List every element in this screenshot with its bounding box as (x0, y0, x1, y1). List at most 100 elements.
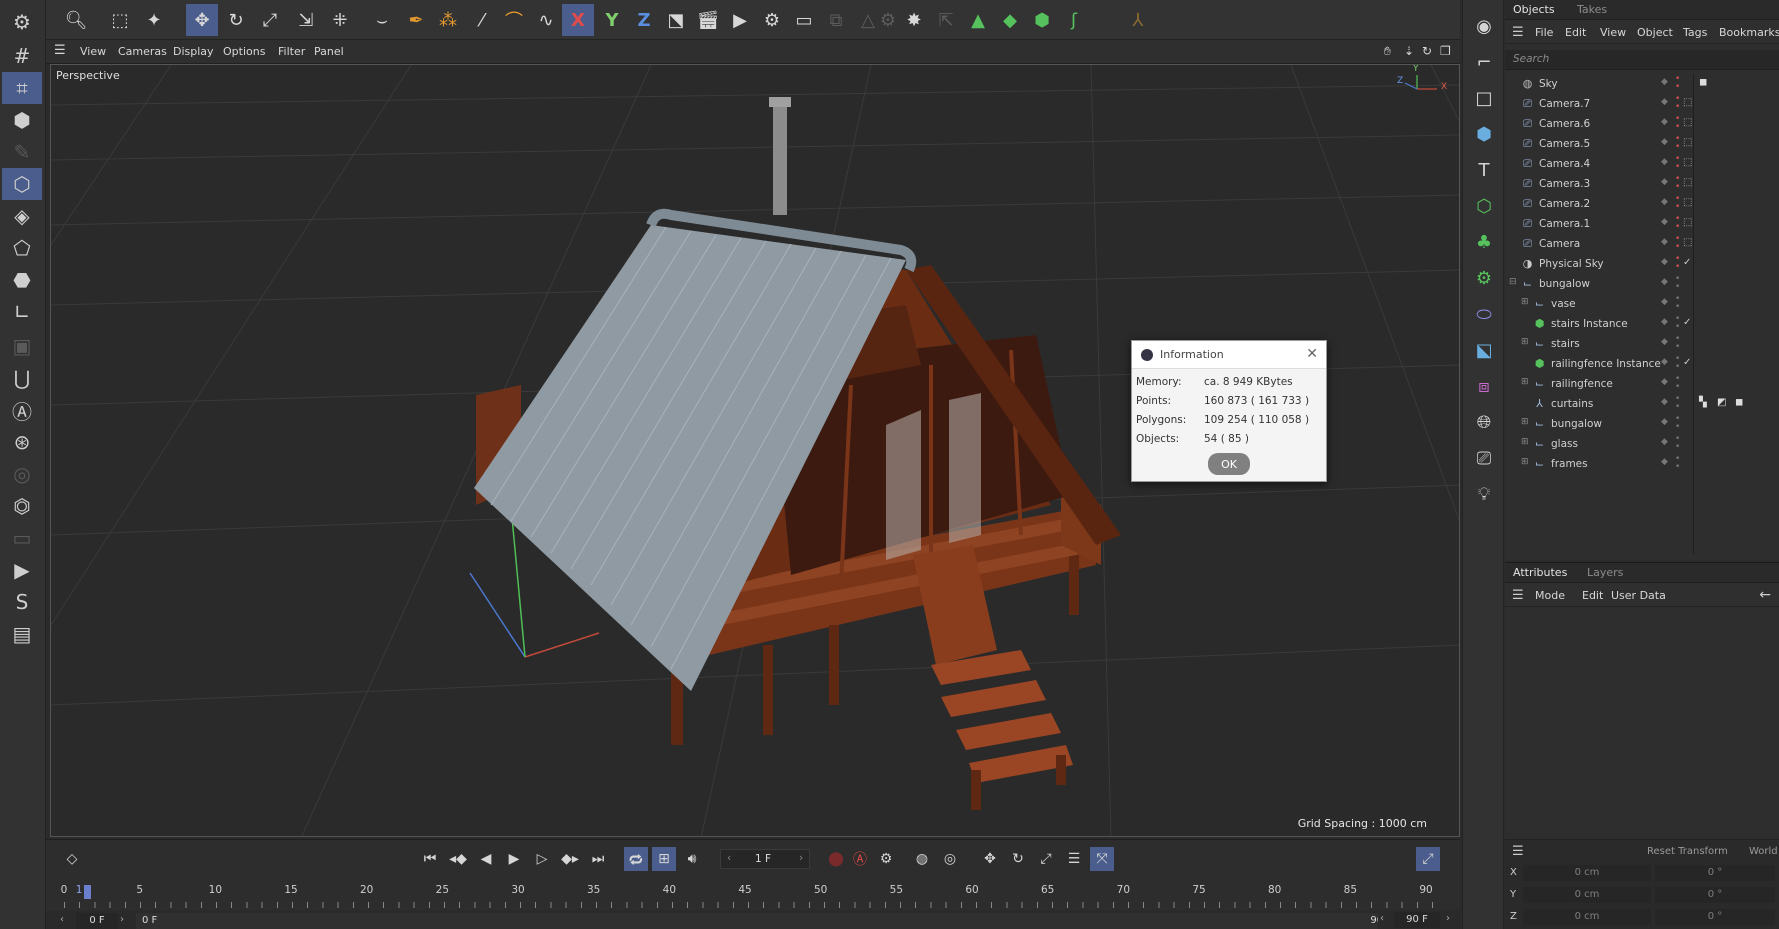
editor-render-dots[interactable]: • • (1675, 75, 1680, 92)
protection-tag-icon[interactable]: ⬚ (1683, 177, 1692, 188)
keyframe-diamond-icon[interactable]: ◇ (60, 847, 84, 871)
editor-render-dots[interactable]: • • (1675, 275, 1680, 292)
selection-tag-icon[interactable]: ◩ (1717, 397, 1726, 408)
layer-visibility-icon[interactable]: ◆ (1661, 137, 1668, 147)
expand-icon[interactable]: ⊞ (1521, 337, 1529, 347)
tab-takes[interactable]: Takes (1577, 3, 1607, 16)
layer-visibility-icon[interactable]: ◆ (1661, 157, 1668, 167)
objects-menu-file[interactable]: File (1535, 26, 1553, 39)
dolly-icon[interactable]: ⇣ (1404, 44, 1414, 58)
object-row-camera-5[interactable]: ⎚ Camera.5 ◆ • • ⬚ (1505, 134, 1779, 154)
live-selection-icon[interactable]: ✦ (138, 4, 170, 36)
rotation-p-field[interactable]: 0 ° (1655, 887, 1775, 903)
layer-visibility-icon[interactable]: ◆ (1661, 457, 1668, 467)
points-tool-icon[interactable]: ⁂ (432, 4, 464, 36)
object-row-vase[interactable]: ⊞ ⌙ vase ◆ • • (1505, 294, 1779, 314)
render-queue-icon[interactable]: ▭ (788, 4, 820, 36)
menu-filter[interactable]: Filter (278, 45, 305, 58)
camera-object-icon[interactable]: ⎚ (1468, 442, 1500, 474)
editor-render-dots[interactable]: • • (1675, 375, 1680, 392)
protection-tag-icon[interactable]: ⬚ (1683, 237, 1692, 248)
reset-transform-button[interactable]: Reset Transform (1647, 846, 1728, 857)
layer-visibility-icon[interactable]: ◆ (1661, 177, 1668, 187)
layer-visibility-icon[interactable]: ◆ (1661, 257, 1668, 267)
deformer-icon[interactable]: ʃ (1058, 4, 1090, 36)
loop-icon[interactable]: 🔁︎ (624, 847, 648, 871)
previous-key-button[interactable]: ◂◆ (446, 847, 470, 871)
selection-icon[interactable]: ⬚ (104, 4, 136, 36)
rectangle-icon[interactable]: □ (1468, 82, 1500, 114)
axis-z-toggle[interactable]: Z (628, 4, 660, 36)
editor-render-dots[interactable]: • • (1675, 255, 1680, 272)
joint-icon[interactable]: ⅄ (1122, 4, 1154, 36)
current-frame-field[interactable]: ‹ 1 F › (720, 849, 810, 869)
sketch-icon[interactable]: ⌒ (498, 4, 530, 36)
object-row-camera-1[interactable]: ⎚ Camera.1 ◆ • • ⬚ (1505, 214, 1779, 234)
expand-icon[interactable]: ⊞ (1521, 377, 1529, 387)
expand-icon[interactable]: ⊞ (1521, 297, 1529, 307)
target-icon[interactable]: ◎ (2, 458, 42, 490)
editor-render-dots[interactable]: • • (1675, 335, 1680, 352)
record-icon[interactable]: ⬤ (824, 847, 848, 871)
play-button[interactable]: ▶ (502, 847, 526, 871)
scale-key-icon[interactable]: ⤢ (1034, 847, 1058, 871)
range-start-right-arrow[interactable]: › (120, 914, 124, 925)
menu-cameras[interactable]: Cameras (118, 45, 167, 58)
texture-icon[interactable]: ▣ (2, 330, 42, 362)
rotation-key-icon[interactable]: ↻ (1006, 847, 1030, 871)
render-settings-icon[interactable]: ⏣ (2, 490, 42, 522)
objects-search-input[interactable] (1513, 50, 1713, 68)
grid-icon[interactable]: # (2, 40, 42, 72)
object-row-physical-sky[interactable]: ◑ Physical Sky ◆ • • ✓ (1505, 254, 1779, 274)
object-row-sky[interactable]: ◍ Sky ◆ • • ◼ (1505, 74, 1779, 94)
next-key-button[interactable]: ◆▸ (558, 847, 582, 871)
sound-icon[interactable]: 🔊︎ (680, 847, 704, 871)
coordinates-hamburger-icon[interactable]: ☰ (1512, 844, 1524, 859)
layer-visibility-icon[interactable]: ◆ (1661, 397, 1668, 407)
editor-render-dots[interactable]: • • (1675, 235, 1680, 252)
deformer-object-icon[interactable]: ⬭ (1468, 298, 1500, 330)
go-to-end-button[interactable]: ⏭ (586, 847, 610, 871)
editor-render-dots[interactable]: • • (1675, 155, 1680, 172)
object-row-camera[interactable]: ⎚ Camera ◆ • • ⬚ (1505, 234, 1779, 254)
editor-render-dots[interactable]: • • (1675, 115, 1680, 132)
object-row-curtains[interactable]: ⅄ curtains ◆ • • ▚ ◩ ◼ (1505, 394, 1779, 414)
range-max-field[interactable]: 90 F (1394, 912, 1440, 928)
frame-rate-icon[interactable]: ⊞ (652, 847, 676, 871)
range-max-left-arrow[interactable]: ‹ (1380, 913, 1384, 924)
pan-icon[interactable]: ✋︎ (1384, 44, 1391, 59)
coordinate-system-icon[interactable]: ⬔ (660, 4, 692, 36)
layer-visibility-icon[interactable]: ◆ (1661, 77, 1668, 87)
volume-icon[interactable]: ⧈ (1468, 370, 1500, 402)
editor-render-dots[interactable]: • • (1675, 435, 1680, 452)
range-max-right-arrow[interactable]: › (1446, 913, 1450, 924)
layer-visibility-icon[interactable]: ◆ (1661, 277, 1668, 287)
spline-object-icon[interactable]: ⌐ (1468, 46, 1500, 78)
maximize-view-icon[interactable]: ❐ (1440, 44, 1451, 58)
object-mode-icon[interactable]: ⬡ (2, 168, 42, 200)
smooth-icon[interactable]: ∿ (530, 4, 562, 36)
text-a-icon[interactable]: Ⓐ (2, 394, 42, 426)
render-active-icon[interactable]: ▶ (724, 4, 756, 36)
autokey-icon[interactable]: Ⓐ (848, 847, 872, 871)
material-icon[interactable]: ◉ (1468, 10, 1500, 42)
gear-icon[interactable]: ⚙ (2, 6, 42, 38)
range-start-field[interactable]: 0 F (76, 913, 118, 929)
range-start-left-arrow[interactable]: ‹ (60, 914, 64, 925)
layer-visibility-icon[interactable]: ◆ (1661, 417, 1668, 427)
layer-visibility-icon[interactable]: ◆ (1661, 117, 1668, 127)
rotate-icon[interactable]: ↻ (220, 4, 252, 36)
settings-icon[interactable]: ⊛ (2, 426, 42, 458)
objects-hamburger-icon[interactable]: ☰ (1512, 25, 1524, 40)
protection-tag-icon[interactable]: ⬚ (1683, 97, 1692, 108)
multi-transform-icon[interactable]: ⁜ (324, 4, 356, 36)
rotation-b-field[interactable]: 0 ° (1655, 909, 1775, 925)
render-region-icon[interactable]: 🎬︎ (692, 4, 724, 36)
layer-visibility-icon[interactable]: ◆ (1661, 97, 1668, 107)
layer-visibility-icon[interactable]: ◆ (1661, 377, 1668, 387)
objects-menu-view[interactable]: View (1600, 26, 1626, 39)
motion-record-icon[interactable]: ◍ (910, 847, 934, 871)
object-row-stairs[interactable]: ⊞ ⌙ stairs ◆ • • (1505, 334, 1779, 354)
edges-mode-icon[interactable]: ⬠ (2, 232, 42, 264)
magnet-icon[interactable]: ⋃ (2, 362, 42, 394)
